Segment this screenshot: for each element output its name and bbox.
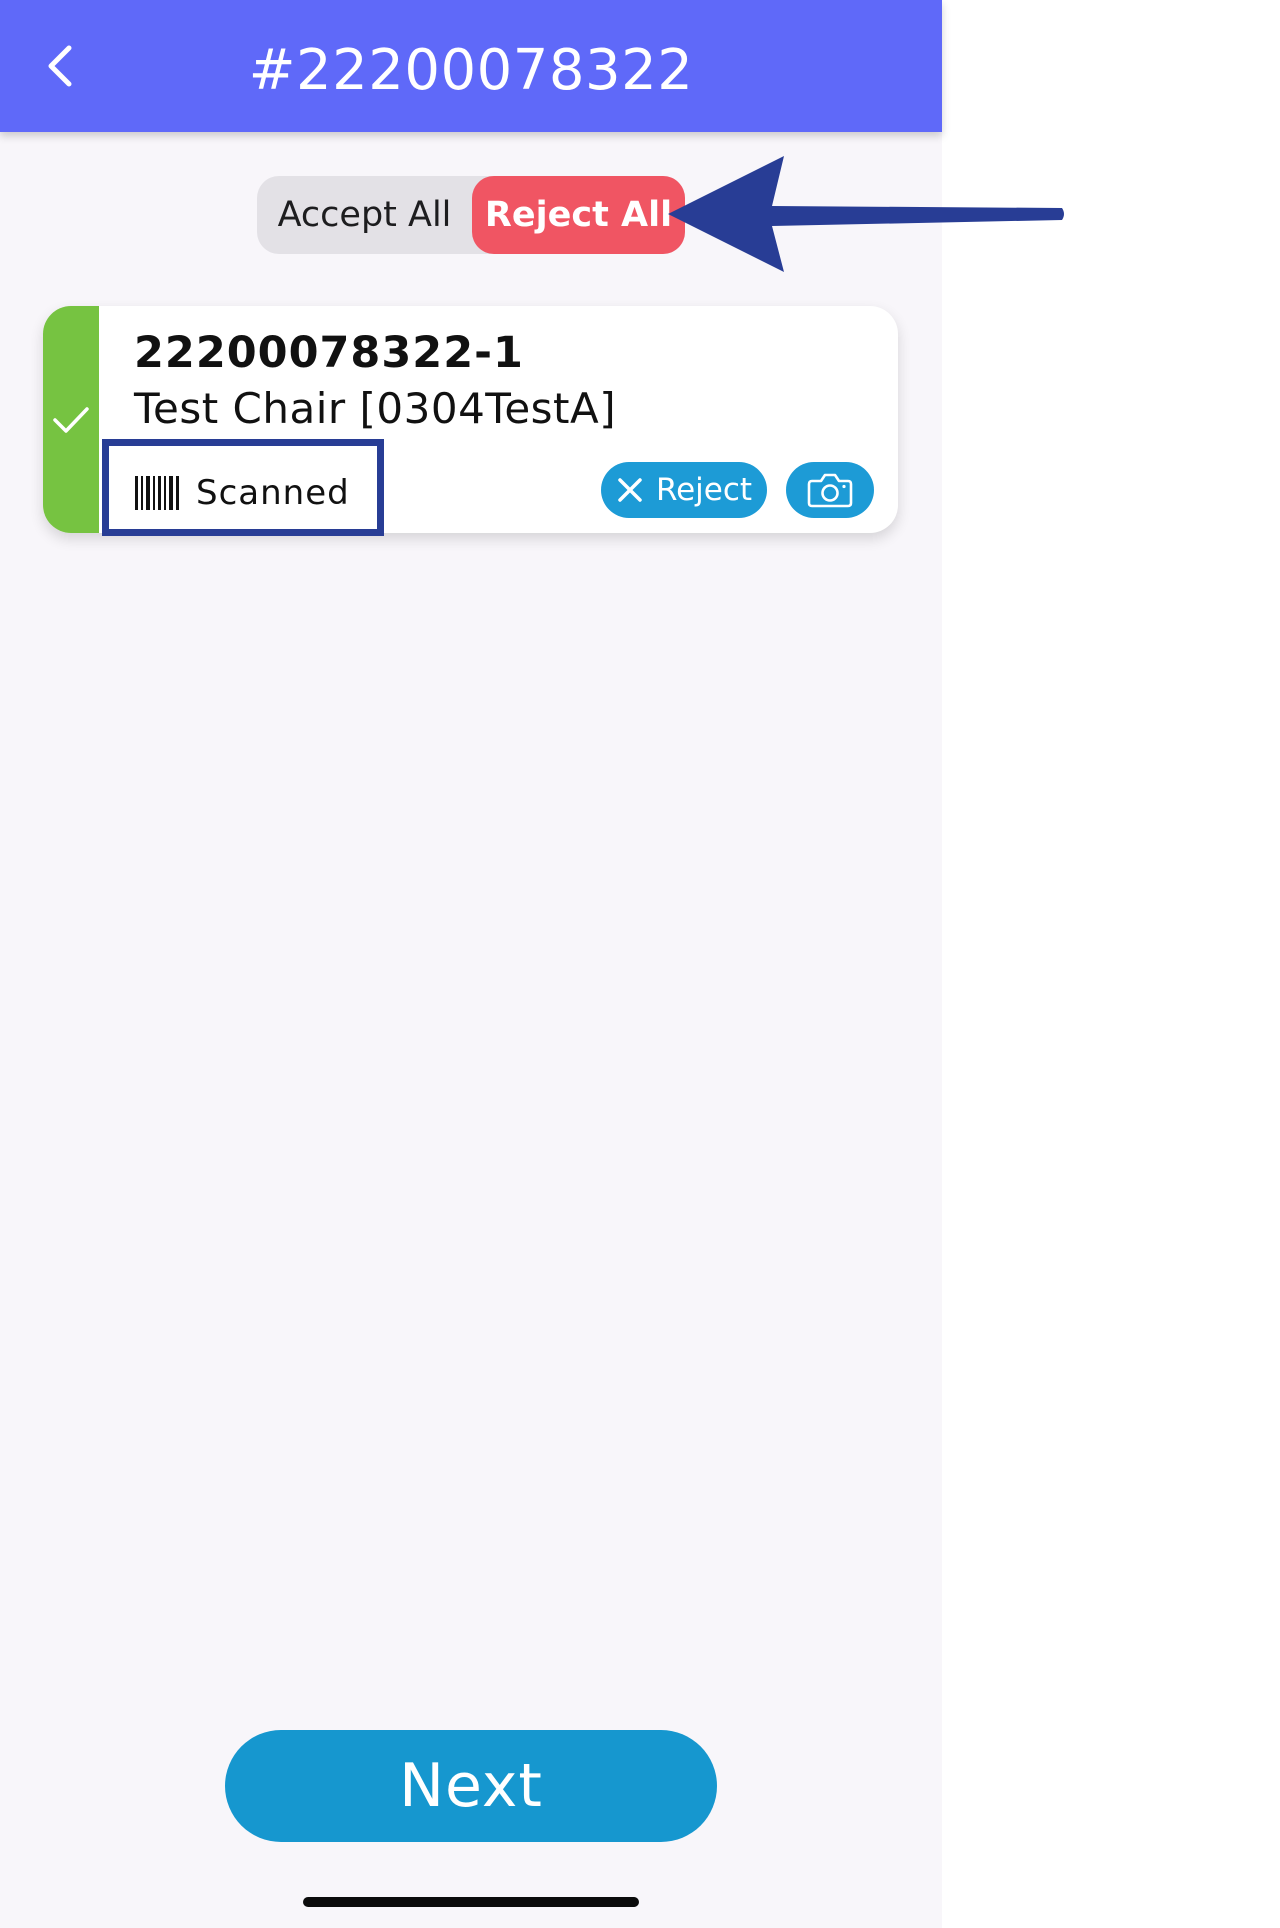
camera-button[interactable] <box>786 462 874 518</box>
back-button[interactable] <box>36 36 84 96</box>
accept-all-button[interactable]: Accept All <box>257 176 472 254</box>
accepted-status-strip <box>43 306 99 533</box>
app-screen: #22200078322 Accept All Reject All 22200… <box>0 0 942 1928</box>
home-indicator <box>303 1897 639 1907</box>
reject-item-button[interactable]: Reject <box>601 462 767 518</box>
reject-all-callout-arrow <box>668 156 1064 272</box>
list-item[interactable]: 22200078322-1 Test Chair [0304TestA] Sca… <box>43 306 898 533</box>
reject-item-label: Reject <box>655 472 753 508</box>
page-title: #22200078322 <box>248 38 694 103</box>
chevron-left-icon <box>48 45 72 87</box>
scan-status-label: Scanned <box>196 473 350 513</box>
item-name: Test Chair [0304TestA] <box>134 384 617 433</box>
top-app-bar: #22200078322 <box>0 0 942 132</box>
close-icon <box>618 478 642 502</box>
checkmark-icon <box>53 406 89 433</box>
scan-status: Scanned <box>134 470 350 516</box>
barcode-icon <box>135 476 179 510</box>
item-id: 22200078322-1 <box>134 328 524 378</box>
camera-icon <box>807 473 853 508</box>
bulk-action-toggle: Accept All Reject All <box>257 176 685 254</box>
reject-all-button[interactable]: Reject All <box>472 176 685 254</box>
next-button[interactable]: Next <box>225 1730 717 1842</box>
